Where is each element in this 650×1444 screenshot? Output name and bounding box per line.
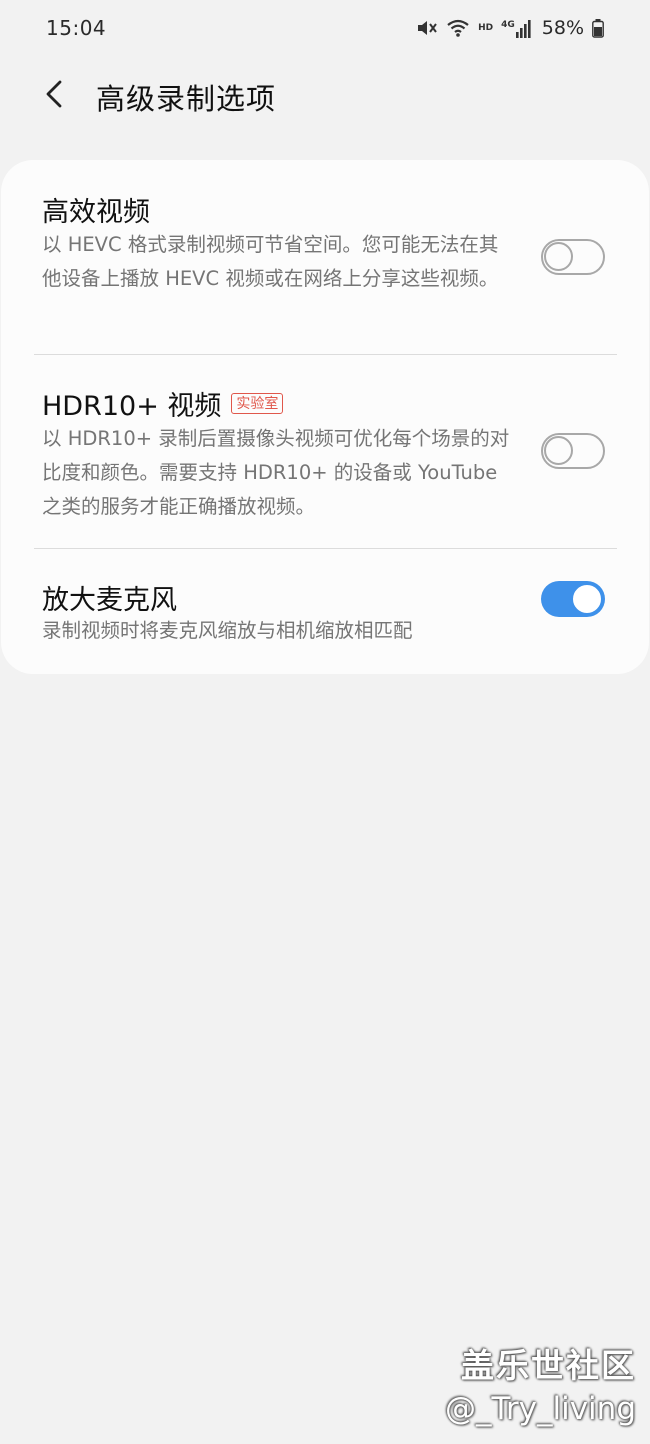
setting-title-text: 高效视频: [42, 197, 150, 228]
page-title: 高级录制选项: [96, 82, 277, 116]
watermark-user: @_Try_living: [445, 1391, 636, 1427]
settings-card: 高效视频 以 HEVC 格式录制视频可节省空间。您可能无法在其他设备上播放 HE…: [1, 160, 649, 674]
setting-description: 录制视频时将麦克风缩放与相机缩放相匹配: [42, 619, 413, 642]
battery-percent: 58%: [541, 17, 584, 39]
back-button[interactable]: [30, 70, 78, 118]
network-type: 4G: [501, 20, 515, 30]
setting-title: HDR10+ 视频 实验室: [42, 384, 284, 423]
status-bar: 15:04 HD 4G 58%: [0, 0, 650, 56]
watermark-brand: 盖乐世社区: [461, 1346, 636, 1385]
hd-label: HD: [478, 23, 494, 33]
chevron-left-icon: [46, 80, 62, 108]
app-bar: 高级录制选项: [0, 58, 650, 130]
watermark: 盖乐世社区 @_Try_living: [445, 1344, 636, 1430]
wifi-icon: [446, 16, 470, 40]
hevc-toggle[interactable]: [541, 239, 605, 275]
status-time: 15:04: [46, 16, 107, 40]
screen: 15:04 HD 4G 58% 高级录制选项 高效视频 以 HEVC 格式录制视…: [0, 0, 650, 1444]
mute-icon: [416, 16, 438, 40]
setting-description: 以 HDR10+ 录制后置摄像头视频可优化每个场景的对比度和颜色。需要支持 HD…: [42, 427, 510, 518]
status-icons: HD 4G 58%: [416, 16, 604, 40]
toggle-knob: [544, 436, 573, 465]
setting-description: 以 HEVC 格式录制视频可节省空间。您可能无法在其他设备上播放 HEVC 视频…: [42, 233, 499, 290]
setting-title-text: HDR10+ 视频: [42, 391, 222, 422]
toggle-knob: [571, 583, 603, 615]
zoom-mic-toggle[interactable]: [541, 581, 605, 617]
setting-item-hdr10[interactable]: HDR10+ 视频 实验室 以 HDR10+ 录制后置摄像头视频可优化每个场景的…: [1, 354, 649, 548]
battery-icon: [592, 16, 604, 40]
setting-item-zoom-mic[interactable]: 放大麦克风 录制视频时将麦克风缩放与相机缩放相匹配: [1, 548, 649, 674]
setting-item-hevc[interactable]: 高效视频 以 HEVC 格式录制视频可节省空间。您可能无法在其他设备上播放 HE…: [1, 160, 649, 354]
toggle-knob: [544, 242, 573, 271]
setting-title: 高效视频: [42, 190, 150, 229]
lab-badge: 实验室: [231, 393, 284, 414]
setting-title: 放大麦克风: [42, 578, 177, 617]
hdr10-toggle[interactable]: [541, 433, 605, 469]
signal-icon: 4G: [501, 18, 532, 38]
setting-title-text: 放大麦克风: [42, 585, 177, 616]
